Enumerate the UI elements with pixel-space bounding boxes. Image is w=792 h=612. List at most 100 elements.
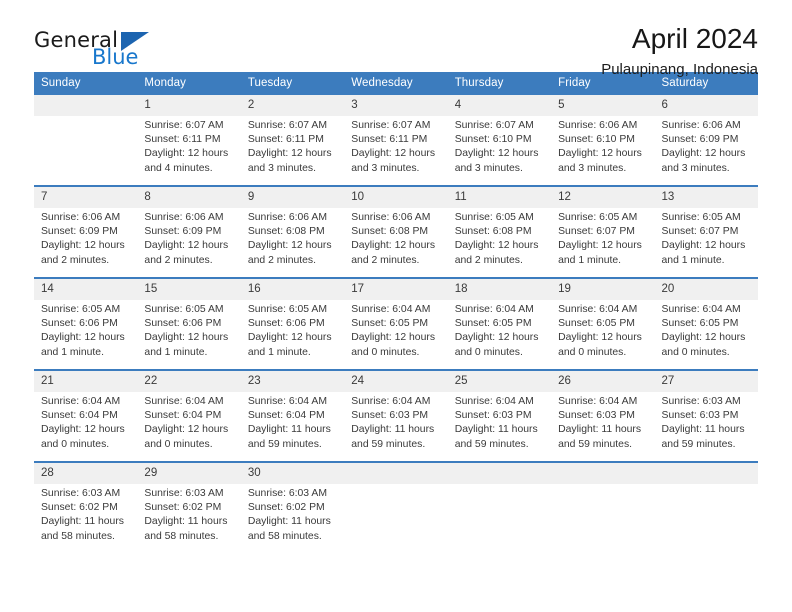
daylight-line-2: and 2 minutes. xyxy=(41,254,110,266)
calendar-day-cell[interactable]: 5 Sunrise: 6:06 AM Sunset: 6:10 PM Daylight… xyxy=(551,95,655,186)
calendar-day-cell[interactable]: 8 Sunrise: 6:06 AM Sunset: 6:09 PM Daylight… xyxy=(137,185,241,278)
calendar-day-cell[interactable]: 3 Sunrise: 6:07 AM Sunset: 6:11 PM Daylight… xyxy=(344,95,448,186)
calendar-day-cell[interactable]: 15 Sunrise: 6:05 AM Sunset: 6:06 PM Dayligh… xyxy=(137,277,241,370)
daylight-line-1: Daylight: 12 hours xyxy=(144,424,229,436)
day-number: 6 xyxy=(654,95,758,116)
calendar-day-cell[interactable]: 16 Sunrise: 6:05 AM Sunset: 6:06 PM Dayligh… xyxy=(240,277,345,370)
day-detail: Sunrise: 6:06 AM Sunset: 6:09 PM Daylight:… xyxy=(34,208,138,277)
sunset-line: Sunset: 6:11 PM xyxy=(144,134,221,146)
calendar-day-cell[interactable]: 2 Sunrise: 6:07 AM Sunset: 6:11 PM Daylight… xyxy=(240,95,345,186)
day-detail: Sunrise: 6:05 AM Sunset: 6:06 PM Daylight:… xyxy=(34,300,138,369)
day-detail: Sunrise: 6:04 AM Sunset: 6:05 PM Daylight:… xyxy=(447,300,552,369)
daylight-line-1: Daylight: 12 hours xyxy=(144,148,229,160)
day-number: 13 xyxy=(654,187,758,208)
daylight-line-2: and 1 minute. xyxy=(558,254,622,266)
calendar-day-cell[interactable]: 23 Sunrise: 6:04 AM Sunset: 6:04 PM Dayligh… xyxy=(240,369,345,462)
calendar-week-row: 21 Sunrise: 6:04 AM Sunset: 6:04 PM Dayligh… xyxy=(34,369,758,462)
weekday-header-wednesday: Wednesday xyxy=(344,72,448,95)
calendar-day-cell[interactable]: 13 Sunrise: 6:05 AM Sunset: 6:07 PM Dayligh… xyxy=(654,185,758,278)
sunset-line: Sunset: 6:04 PM xyxy=(144,410,222,422)
day-detail: Sunrise: 6:05 AM Sunset: 6:06 PM Daylight:… xyxy=(137,300,241,369)
calendar-day-cell[interactable]: 9 Sunrise: 6:06 AM Sunset: 6:08 PM Daylight… xyxy=(240,185,345,278)
daylight-line-1: Daylight: 12 hours xyxy=(661,240,746,252)
day-number: 5 xyxy=(551,95,655,116)
calendar-day-cell[interactable]: 10 Sunrise: 6:06 AM Sunset: 6:08 PM Dayligh… xyxy=(344,185,448,278)
day-detail: Sunrise: 6:04 AM Sunset: 6:03 PM Daylight:… xyxy=(344,392,448,461)
sunset-line: Sunset: 6:04 PM xyxy=(41,410,118,422)
sunrise-line: Sunrise: 6:04 AM xyxy=(454,304,534,315)
calendar-day-cell[interactable]: 14 Sunrise: 6:05 AM Sunset: 6:06 PM Dayligh… xyxy=(34,277,138,370)
daylight-line-2: and 0 minutes. xyxy=(454,346,523,358)
calendar-day-cell[interactable]: 27 Sunrise: 6:03 AM Sunset: 6:03 PM Dayligh… xyxy=(654,369,758,462)
daylight-line-2: and 1 minute. xyxy=(661,254,725,266)
calendar-day-cell[interactable]: 18 Sunrise: 6:04 AM Sunset: 6:05 PM Dayligh… xyxy=(447,277,552,370)
calendar-day-cell[interactable]: 6 Sunrise: 6:06 AM Sunset: 6:09 PM Daylight… xyxy=(654,95,758,186)
day-number: 15 xyxy=(137,279,241,300)
day-detail: Sunrise: 6:04 AM Sunset: 6:04 PM Daylight:… xyxy=(240,392,345,461)
daylight-line-2: and 0 minutes. xyxy=(558,346,627,358)
daylight-line-2: and 2 minutes. xyxy=(351,254,420,266)
sunset-line: Sunset: 6:06 PM xyxy=(144,318,222,330)
sunrise-line: Sunrise: 6:07 AM xyxy=(247,120,327,131)
calendar-day-cell[interactable]: 7 Sunrise: 6:06 AM Sunset: 6:09 PM Daylight… xyxy=(34,185,138,278)
calendar-day-cell[interactable]: 26 Sunrise: 6:04 AM Sunset: 6:03 PM Dayligh… xyxy=(551,369,655,462)
sunrise-line: Sunrise: 6:05 AM xyxy=(247,304,327,315)
calendar-week-row: 14 Sunrise: 6:05 AM Sunset: 6:06 PM Dayligh… xyxy=(34,277,758,370)
calendar-day-cell[interactable]: 19 Sunrise: 6:04 AM Sunset: 6:05 PM Dayligh… xyxy=(551,277,655,370)
day-detail: Sunrise: 6:06 AM Sunset: 6:09 PM Daylight:… xyxy=(654,116,758,185)
daylight-line-2: and 1 minute. xyxy=(144,346,208,358)
daylight-line-2: and 2 minutes. xyxy=(144,254,213,266)
calendar-day-cell[interactable]: 17 Sunrise: 6:04 AM Sunset: 6:05 PM Dayligh… xyxy=(344,277,448,370)
day-number: 10 xyxy=(344,187,448,208)
calendar-day-cell[interactable]: 29 Sunrise: 6:03 AM Sunset: 6:02 PM Dayligh… xyxy=(137,461,241,553)
sunrise-line: Sunrise: 6:07 AM xyxy=(351,120,431,131)
calendar-day-cell[interactable]: 28 Sunrise: 6:03 AM Sunset: 6:02 PM Dayligh… xyxy=(34,461,138,553)
daylight-line-2: and 59 minutes. xyxy=(454,438,529,450)
daylight-line-1: Daylight: 12 hours xyxy=(351,148,436,160)
calendar-week-row: 7 Sunrise: 6:06 AM Sunset: 6:09 PM Daylight… xyxy=(34,185,758,278)
day-detail: Sunrise: 6:06 AM Sunset: 6:10 PM Daylight:… xyxy=(551,116,655,185)
daylight-line-2: and 3 minutes. xyxy=(351,162,420,174)
sunset-line: Sunset: 6:05 PM xyxy=(454,318,532,330)
calendar-week-row: 1 Sunrise: 6:07 AM Sunset: 6:11 PM Daylight… xyxy=(34,95,758,186)
day-number: 7 xyxy=(34,187,138,208)
day-number xyxy=(654,463,758,484)
day-number: 18 xyxy=(447,279,552,300)
daylight-line-1: Daylight: 12 hours xyxy=(41,424,125,436)
day-detail: Sunrise: 6:05 AM Sunset: 6:08 PM Daylight:… xyxy=(447,208,552,277)
sunset-line: Sunset: 6:11 PM xyxy=(351,134,428,146)
calendar-day-cell[interactable]: 4 Sunrise: 6:07 AM Sunset: 6:10 PM Daylight… xyxy=(447,95,552,186)
sunrise-line: Sunrise: 6:04 AM xyxy=(558,396,638,407)
day-detail: Sunrise: 6:03 AM Sunset: 6:02 PM Daylight:… xyxy=(240,484,345,553)
calendar-day-cell[interactable]: 1 Sunrise: 6:07 AM Sunset: 6:11 PM Daylight… xyxy=(137,95,241,186)
calendar-day-cell[interactable]: 20 Sunrise: 6:04 AM Sunset: 6:05 PM Dayligh… xyxy=(654,277,758,370)
daylight-line-2: and 59 minutes. xyxy=(247,438,322,450)
sunset-line: Sunset: 6:08 PM xyxy=(454,226,532,238)
daylight-line-2: and 1 minute. xyxy=(41,346,104,358)
day-detail: Sunrise: 6:04 AM Sunset: 6:05 PM Daylight:… xyxy=(551,300,655,369)
calendar-day-cell[interactable]: 11 Sunrise: 6:05 AM Sunset: 6:08 PM Dayligh… xyxy=(447,185,552,278)
weekday-header-thursday: Thursday xyxy=(447,72,552,95)
calendar-week-row: 28 Sunrise: 6:03 AM Sunset: 6:02 PM Dayligh… xyxy=(34,461,758,553)
day-number: 22 xyxy=(137,371,241,392)
calendar-day-cell[interactable]: 24 Sunrise: 6:04 AM Sunset: 6:03 PM Dayligh… xyxy=(344,369,448,462)
calendar-day-cell[interactable]: 12 Sunrise: 6:05 AM Sunset: 6:07 PM Dayligh… xyxy=(551,185,655,278)
daylight-line-1: Daylight: 12 hours xyxy=(454,240,539,252)
day-number: 4 xyxy=(447,95,552,116)
calendar-day-cell[interactable]: 22 Sunrise: 6:04 AM Sunset: 6:04 PM Dayligh… xyxy=(137,369,241,462)
sunset-line: Sunset: 6:02 PM xyxy=(247,502,325,514)
calendar-day-cell[interactable]: 25 Sunrise: 6:04 AM Sunset: 6:03 PM Dayligh… xyxy=(447,369,552,462)
sunset-line: Sunset: 6:06 PM xyxy=(247,318,325,330)
logo-text-blue: Blue xyxy=(92,45,139,69)
sunset-line: Sunset: 6:11 PM xyxy=(247,134,324,146)
general-blue-logo[interactable]: General Blue xyxy=(34,28,184,76)
sunset-line: Sunset: 6:06 PM xyxy=(41,318,118,330)
day-number: 2 xyxy=(240,95,345,116)
sunrise-line: Sunrise: 6:04 AM xyxy=(558,304,638,315)
sunset-line: Sunset: 6:03 PM xyxy=(661,410,739,422)
calendar-day-cell[interactable]: 30 Sunrise: 6:03 AM Sunset: 6:02 PM Dayligh… xyxy=(240,461,345,553)
sunrise-line: Sunrise: 6:06 AM xyxy=(41,212,121,223)
daylight-line-2: and 3 minutes. xyxy=(454,162,523,174)
calendar-day-cell[interactable]: 21 Sunrise: 6:04 AM Sunset: 6:04 PM Dayligh… xyxy=(34,369,138,462)
day-number: 14 xyxy=(34,279,138,300)
